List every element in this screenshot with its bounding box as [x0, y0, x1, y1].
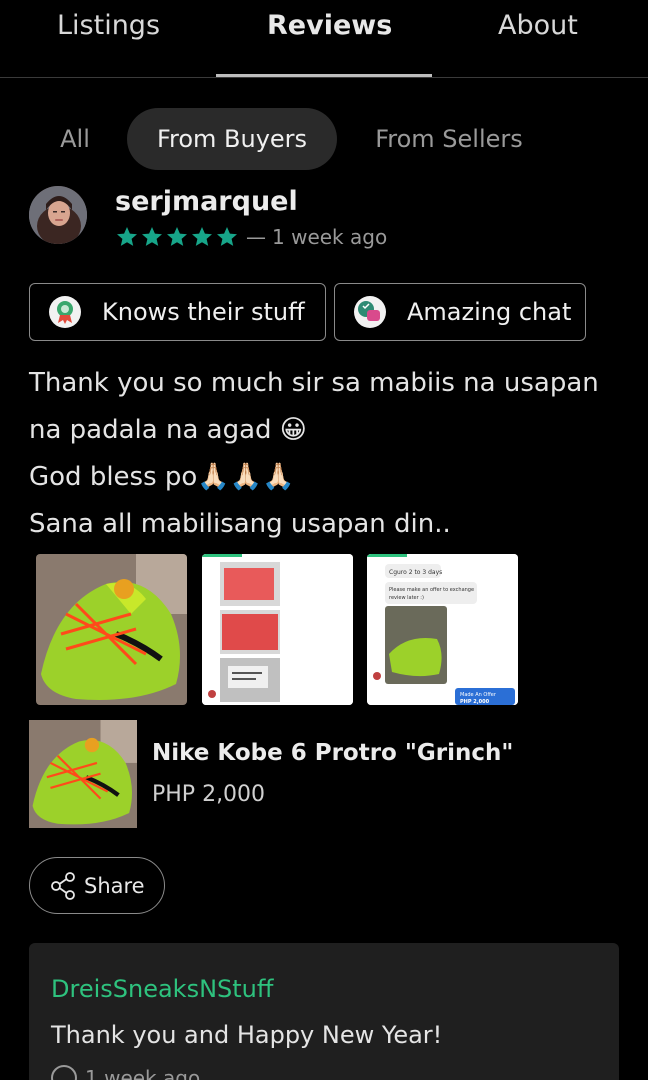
rating-row: — 1 week ago	[115, 224, 387, 250]
chat-text: Made An Offer	[460, 692, 497, 698]
profile-tabs: Listings Reviews About	[0, 0, 648, 78]
tab-listings[interactable]: Listings	[57, 10, 160, 41]
share-button[interactable]: Share	[29, 857, 165, 914]
badge-amazing-chat: Amazing chat	[334, 283, 586, 341]
award-icon	[49, 296, 81, 328]
reply-text: Thank you and Happy New Year!	[51, 1021, 443, 1049]
star-icon	[217, 227, 237, 246]
reply-time: 1 week ago	[85, 1066, 201, 1080]
product-name[interactable]: Nike Kobe 6 Protro "Grinch"	[152, 740, 513, 766]
chat-text: PHP 2,000	[460, 699, 490, 705]
chat-screenshot: Cguro 2 to 3 days Please make an offer t…	[367, 554, 518, 705]
badge-label: Amazing chat	[407, 298, 572, 326]
review-photo[interactable]	[36, 554, 187, 705]
avatar[interactable]	[29, 186, 87, 244]
chat-bubble-icon	[354, 296, 386, 328]
product-thumbnail[interactable]	[29, 720, 137, 828]
review-line: Sana all mabilisang usapan din..	[29, 509, 451, 539]
seller-name[interactable]: DreisSneaksNStuff	[51, 975, 273, 1003]
chat-text: Cguro 2 to 3 days	[389, 569, 442, 576]
review-line: na padala na agad 😀	[29, 415, 307, 445]
avatar-image	[29, 186, 87, 244]
seller-reply: DreisSneaksNStuff Thank you and Happy Ne…	[29, 943, 619, 1080]
share-label: Share	[84, 873, 145, 898]
review-line: Thank you so much sir sa mabiis na usapa…	[29, 368, 599, 398]
filter-all[interactable]: All	[40, 108, 110, 170]
chat-text: review later :)	[389, 595, 424, 601]
reviewer-username[interactable]: serjmarquel	[115, 186, 298, 217]
reviewed-product[interactable]: Nike Kobe 6 Protro "Grinch" PHP 2,000	[29, 720, 629, 828]
review-photo[interactable]: Cguro 2 to 3 days Please make an offer t…	[367, 554, 518, 705]
active-tab-indicator	[216, 74, 432, 77]
review-body: Thank you so much sir sa mabiis na usapa…	[29, 360, 629, 548]
tab-about[interactable]: About	[498, 10, 578, 41]
badge-knows-their-stuff: Knows their stuff	[29, 283, 326, 341]
sneaker-photo	[29, 720, 137, 828]
review-photos: Cguro 2 to 3 days Please make an offer t…	[36, 554, 526, 705]
tab-reviews[interactable]: Reviews	[267, 10, 392, 41]
review-photo[interactable]	[202, 554, 353, 705]
badge-label: Knows their stuff	[102, 298, 305, 326]
review-time: 1 week ago	[272, 225, 388, 249]
share-icon	[51, 871, 75, 900]
separator: —	[246, 225, 266, 249]
chat-text: Please make an offer to exchange	[389, 587, 474, 593]
star-icon	[192, 227, 212, 246]
reply-time-row: 1 week ago	[51, 1065, 200, 1080]
filter-from-buyers[interactable]: From Buyers	[127, 108, 337, 170]
review-badges: Knows their stuff Amazing chat	[29, 283, 629, 341]
review-header: serjmarquel — 1 week ago	[29, 186, 629, 250]
star-icon	[167, 227, 187, 246]
review-filters: All From Buyers From Sellers	[0, 108, 648, 170]
sneaker-photo	[36, 554, 187, 705]
review-line: God bless po🙏🏻🙏🏻🙏🏻	[29, 462, 295, 492]
star-icon	[117, 227, 137, 246]
clock-icon	[51, 1065, 77, 1080]
star-icon	[142, 227, 162, 246]
product-price: PHP 2,000	[152, 782, 266, 807]
package-screenshot	[202, 554, 353, 705]
filter-from-sellers[interactable]: From Sellers	[360, 108, 538, 170]
